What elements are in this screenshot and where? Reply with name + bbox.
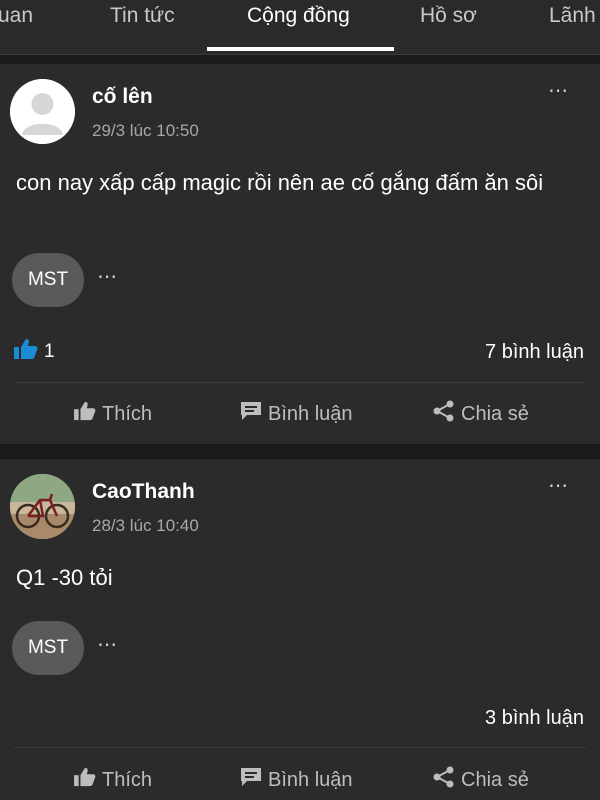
tab-lanh[interactable]: Lãnh — [549, 0, 596, 54]
tag-chip[interactable]: MST — [12, 253, 84, 307]
default-avatar-icon[interactable] — [10, 79, 75, 144]
comment-bubble-icon — [240, 767, 262, 793]
more-options-icon[interactable]: ⋯ — [548, 78, 569, 103]
share-icon — [433, 400, 455, 428]
thumb-up-icon — [74, 401, 96, 427]
post-content: Q1 -30 tỏi — [16, 565, 113, 590]
divider — [14, 382, 586, 383]
post-author[interactable]: CaoThanh — [92, 480, 195, 504]
share-label: Chia sẻ — [461, 768, 529, 791]
tab-ho-so[interactable]: Hồ sơ — [420, 0, 477, 54]
like-thumb-icon — [14, 338, 38, 366]
post-card: cố lên 29/3 lúc 10:50 ⋯ con nay xấp cấp … — [0, 64, 600, 444]
active-tab-indicator — [207, 47, 394, 51]
tag-more-icon[interactable]: ⋯ — [97, 632, 118, 657]
comment-label: Bình luận — [268, 768, 353, 791]
post-timestamp: 29/3 lúc 10:50 — [92, 121, 199, 140]
tab-cong-dong[interactable]: Cộng đồng — [247, 0, 350, 54]
tab-tong-quan[interactable]: uan — [0, 0, 33, 54]
feed-gap — [0, 444, 600, 459]
comment-button[interactable]: Bình luận — [240, 765, 353, 795]
tab-tin-tuc[interactable]: Tin tức — [110, 0, 175, 54]
post-content: con nay xấp cấp magic rồi nên ae cố gắng… — [16, 170, 544, 195]
comment-count[interactable]: 7 bình luận — [485, 341, 584, 364]
feed-gap — [0, 55, 600, 64]
like-summary[interactable]: 1 — [14, 339, 55, 365]
post-card: CaoThanh 28/3 lúc 10:40 ⋯ Q1 -30 tỏi MST… — [0, 459, 600, 800]
post-author[interactable]: cố lên — [92, 85, 153, 109]
comment-count[interactable]: 3 bình luận — [485, 707, 584, 730]
divider — [14, 747, 586, 748]
comment-label: Bình luận — [268, 402, 353, 425]
like-button[interactable]: Thích — [74, 765, 152, 795]
share-icon — [433, 766, 455, 794]
thumb-up-icon — [74, 767, 96, 793]
bicycle-photo-avatar[interactable] — [10, 474, 75, 539]
top-tab-bar: uan Tin tức Cộng đồng Hồ sơ Lãnh — [0, 0, 600, 55]
more-options-icon[interactable]: ⋯ — [548, 473, 569, 498]
like-button[interactable]: Thích — [74, 399, 152, 429]
comment-button[interactable]: Bình luận — [240, 399, 353, 429]
share-button[interactable]: Chia sẻ — [433, 399, 529, 429]
like-label: Thích — [102, 768, 153, 791]
like-label: Thích — [102, 402, 153, 425]
tag-more-icon[interactable]: ⋯ — [97, 264, 118, 289]
tag-chip[interactable]: MST — [12, 621, 84, 675]
share-label: Chia sẻ — [461, 402, 529, 425]
like-count: 1 — [44, 341, 55, 362]
share-button[interactable]: Chia sẻ — [433, 765, 529, 795]
comment-bubble-icon — [240, 401, 262, 427]
post-timestamp: 28/3 lúc 10:40 — [92, 516, 199, 535]
